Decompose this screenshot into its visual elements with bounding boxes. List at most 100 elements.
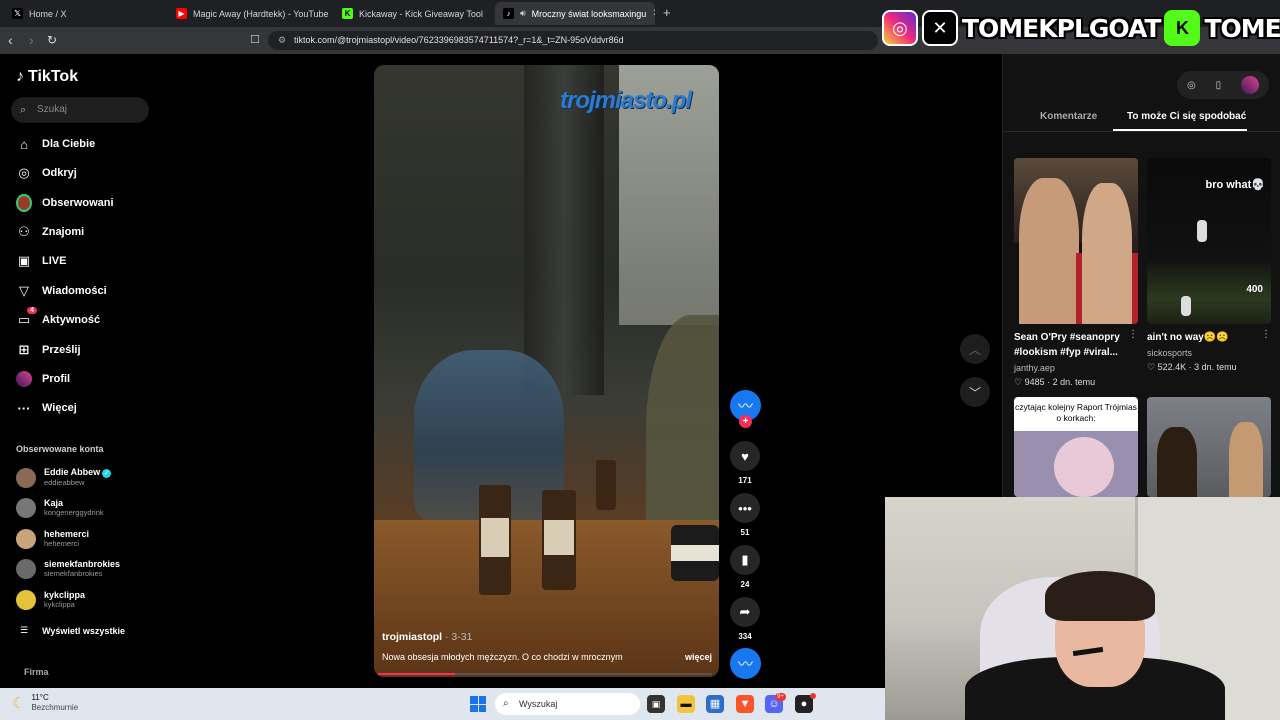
share-button[interactable]: ➦ [730, 597, 760, 627]
recommended-video-thumbnail[interactable]: bro what💀 400 [1147, 158, 1271, 324]
tab-tiktok[interactable]: ♪ 🔊︎ Mroczny świat looksmaxingu ✕ [495, 2, 655, 25]
sidebar-item-znajomi[interactable]: ⚇ Znajomi [16, 221, 156, 243]
compass-icon: ◎ [18, 165, 30, 180]
reload-icon[interactable]: ↻ [47, 33, 57, 47]
windows-start-icon[interactable] [470, 696, 486, 712]
video-scene [542, 490, 576, 590]
video-scene [671, 525, 719, 581]
weather-condition: Bezchmurnie [31, 703, 79, 712]
user-avatar[interactable] [1241, 76, 1260, 94]
recommended-video-author[interactable]: sickosports [1147, 347, 1271, 360]
obs-icon[interactable]: ● [795, 693, 816, 713]
video-player[interactable]: trojmiasto.pl trojmiastopl · 3-31 Nowa o… [374, 65, 719, 677]
followed-accounts-title: Obserwowane konta [16, 444, 104, 454]
instagram-icon: ◎ [882, 10, 918, 46]
video-author-row[interactable]: trojmiastopl · 3-31 [382, 631, 712, 643]
new-tab-icon[interactable]: + [663, 5, 671, 20]
url-field[interactable]: ⚙ tiktok.com/@trojmiastopl/video/7623396… [268, 31, 878, 50]
forward-icon[interactable]: › [29, 32, 34, 48]
footer-firma-link[interactable]: Firma [24, 667, 49, 677]
like-button[interactable]: ♥ [730, 441, 760, 471]
discord-icon[interactable]: ☺ 9+ [765, 693, 786, 713]
recommended-video-thumbnail[interactable] [1014, 158, 1138, 324]
account-name: hehemerci [44, 529, 90, 539]
sidebar-item-wiadomosci[interactable]: ▽ Wiadomości [16, 280, 156, 302]
more-icon: ··· [17, 400, 31, 416]
tab-title: Home / X [29, 8, 67, 19]
sidebar-item-obserwowani[interactable]: Obserwowani [16, 192, 156, 214]
recommended-video-thumbnail[interactable] [1147, 397, 1271, 497]
follow-button[interactable]: + [739, 415, 752, 428]
followed-account[interactable]: Eddie Abbew ✓ eddieabbew [16, 467, 112, 488]
back-icon[interactable]: ‹ [8, 32, 13, 48]
save-button[interactable]: ▮ [730, 545, 760, 575]
next-video-button[interactable]: ﹀ [960, 377, 990, 407]
followed-account[interactable]: Kaja kongenerggydrink [16, 498, 104, 518]
video-author[interactable]: trojmiastopl [382, 631, 442, 643]
recommended-video-stats: ♡ 522.4K · 3 dn. temu [1147, 362, 1237, 372]
sidebar-item-przeslij[interactable]: ⊞ Prześlij [16, 339, 156, 361]
sidebar-item-wiecej[interactable]: ··· Więcej [16, 397, 156, 419]
previous-video-button[interactable]: ︿ [960, 334, 990, 364]
site-info-icon[interactable]: ⚙ [278, 31, 286, 50]
video-progress-bar[interactable] [378, 673, 712, 675]
recommended-video-thumbnail[interactable]: czytając kolejny Raport Trójmias o korka… [1014, 397, 1138, 497]
device-icon[interactable]: ▯ [1216, 80, 1222, 91]
account-name: siemekfanbrokies [44, 559, 121, 569]
sidebar-item-dla-ciebie[interactable]: ⌂ Dla Ciebie [16, 133, 156, 155]
store-icon[interactable]: ▦ [706, 695, 724, 713]
thumbnail-score: 400 [1246, 284, 1263, 295]
notification-badge: 4 [27, 307, 37, 314]
search-icon: ⌕ [20, 104, 27, 116]
recommended-video-author[interactable]: janthy.aep [1014, 362, 1138, 375]
more-options-icon[interactable]: ⋮ [1128, 329, 1138, 340]
tab-recommended[interactable]: To może Ci się spodobać [1127, 111, 1246, 122]
video-scene [596, 460, 616, 510]
tab-x-home[interactable]: 𝕏 Home / X [4, 2, 164, 25]
search-input[interactable]: ⌕ Szukaj [11, 97, 149, 123]
inbox-icon: ▭ 4 [16, 307, 37, 328]
send-icon: ▽ [19, 283, 29, 298]
sidebar-item-live[interactable]: ▣ LIVE [16, 250, 156, 272]
x-logo-icon: ✕ [922, 10, 958, 46]
sidebar-item-aktywnosc[interactable]: ▭ 4 Aktywność [16, 307, 156, 331]
brave-browser-icon[interactable]: ▼ [736, 695, 754, 713]
sidebar-item-odkryj[interactable]: ◎ Odkryj [16, 162, 156, 184]
show-all-button[interactable]: ☰ Wyświetl wszystkie [20, 625, 125, 636]
taskbar-search[interactable]: ⌕ Wyszukaj [495, 693, 640, 715]
notification-dot [810, 693, 816, 699]
weather-widget[interactable]: ☾ 11°C Bezchmurnie [12, 693, 78, 713]
account-handle: siemekfanbrokies [44, 569, 103, 578]
followed-account[interactable]: hehemerci hehemerci [16, 529, 89, 549]
tab-title: Mroczny świat looksmaxingu [531, 8, 647, 19]
sidebar-item-label: Znajomi [42, 226, 85, 238]
recommended-video-caption[interactable]: ain't no way☹️☹️ [1147, 330, 1271, 345]
live-icon: ▣ [17, 253, 31, 268]
upload-icon: ⊞ [18, 342, 30, 357]
followed-account[interactable]: siemekfanbrokies siemekfanbrokies [16, 559, 120, 579]
sidebar-item-label: Profil [42, 373, 71, 385]
more-button[interactable]: więcej [685, 652, 712, 662]
tab-youtube[interactable]: ▶ Magic Away (Hardtekk) - YouTube [168, 2, 332, 25]
close-icon[interactable]: ✕ [652, 8, 655, 19]
recommended-video-caption[interactable]: Sean O'Pry #seanopry #lookism #fyp #vira… [1014, 330, 1138, 360]
coin-icon[interactable]: ◎ [1187, 80, 1196, 91]
tab-comments[interactable]: Komentarze [1040, 111, 1097, 122]
sidebar-item-profil[interactable]: Profil [16, 368, 156, 390]
sound-button[interactable]: 〰 [730, 648, 761, 679]
sidebar: ♪ TikTok ⌕ Szukaj ⌂ Dla Ciebie ◎ Odkryj … [0, 54, 160, 688]
file-explorer-icon[interactable]: ▬ [677, 695, 695, 713]
tab-kickaway[interactable]: K Kickaway - Kick Giveaway Tool [334, 2, 494, 25]
tiktok-logo[interactable]: ♪ TikTok [16, 68, 78, 86]
task-view-icon[interactable]: ▣ [647, 695, 665, 713]
comment-icon: ••• [738, 500, 752, 516]
profile-icon [16, 371, 32, 387]
more-options-icon[interactable]: ⋮ [1261, 329, 1271, 340]
youtube-icon: ▶ [176, 8, 187, 19]
video-scene [479, 485, 511, 595]
sidebar-item-label: Aktywność [42, 314, 101, 326]
bookmark-icon[interactable]: ☐ [250, 33, 260, 46]
followed-account[interactable]: kykclippa kykclippa [16, 590, 85, 610]
chevron-up-icon: ︿ [968, 342, 981, 357]
comment-button[interactable]: ••• [730, 493, 760, 523]
